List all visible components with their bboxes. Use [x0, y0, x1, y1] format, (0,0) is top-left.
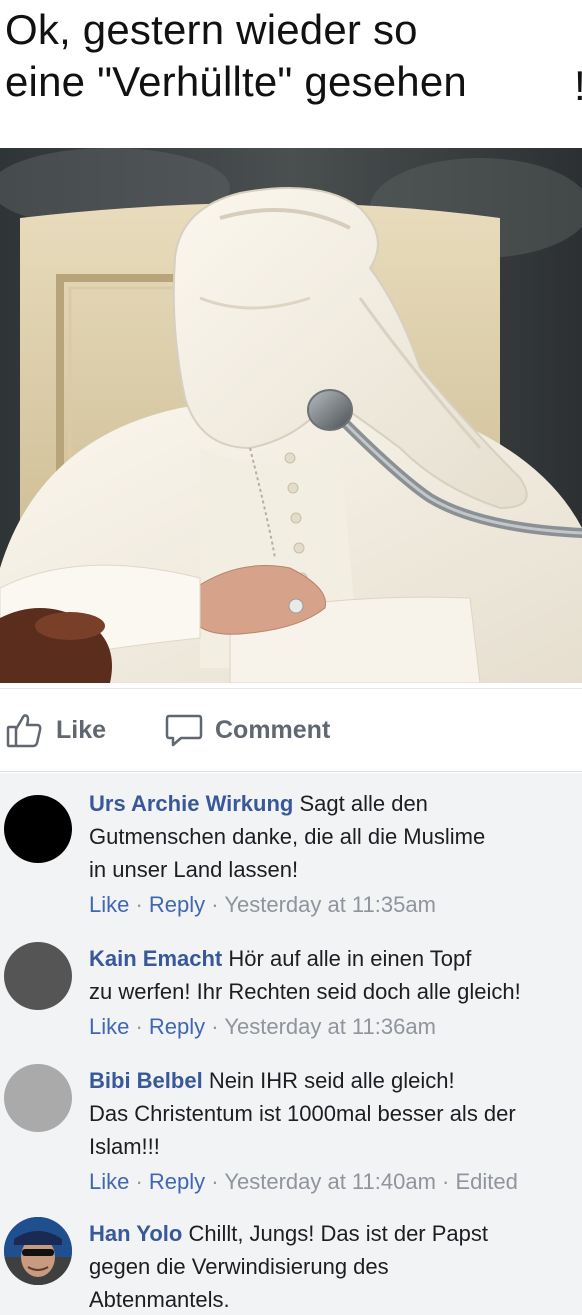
comment-author[interactable]: Urs Archie Wirkung — [89, 791, 293, 816]
avatar[interactable] — [4, 795, 72, 863]
thumbs-up-icon — [6, 714, 42, 748]
comment-timestamp[interactable]: Yesterday at 11:36am — [224, 1014, 436, 1039]
comment-text: Das Christentum ist 1000mal besser als d… — [89, 1101, 516, 1126]
speech-bubble-icon — [165, 714, 203, 747]
comment-button-label: Comment — [215, 715, 331, 744]
avatar[interactable] — [4, 1217, 72, 1285]
meme-caption: Ok, gestern wieder so eine "Verhüllte" g… — [0, 0, 582, 148]
comment-line: Kain Emacht Hör auf alle in einen Topf — [89, 942, 579, 975]
comment-text: Sagt alle den — [299, 791, 428, 816]
comment-author[interactable]: Han Yolo — [89, 1221, 182, 1246]
caption-line-1: Ok, gestern wieder so — [5, 6, 418, 53]
comment-line: Urs Archie Wirkung Sagt alle den — [89, 787, 579, 820]
comment-timestamp[interactable]: Yesterday at 11:35am — [224, 892, 436, 917]
comment-meta: Like · Reply · Yesterday at 11:35am — [89, 892, 436, 917]
like-button[interactable]: Like — [6, 711, 106, 749]
comment-content: Urs Archie Wirkung Sagt alle den Gutmens… — [89, 787, 579, 920]
comment-meta: Like · Reply · Yesterday at 11:40am · Ed… — [89, 1169, 518, 1194]
comment-text: gegen die Verwindisierung des — [89, 1254, 389, 1279]
comment-text: Chillt, Jungs! Das ist der Papst — [188, 1221, 489, 1246]
comments-section: Urs Archie Wirkung Sagt alle den Gutmens… — [0, 773, 582, 1315]
comment-text: Gutmenschen danke, die all die Muslime — [89, 824, 486, 849]
avatar[interactable] — [4, 942, 72, 1010]
comment-author[interactable]: Kain Emacht — [89, 946, 222, 971]
comment-line: Bibi Belbel Nein IHR seid alle gleich! — [89, 1064, 579, 1097]
comment-edited-label[interactable]: Edited — [455, 1169, 517, 1194]
comment-like-link[interactable]: Like — [89, 892, 129, 917]
comment-line: Han Yolo Chillt, Jungs! Das ist der Paps… — [89, 1217, 579, 1250]
comment-text: Islam!!! — [89, 1134, 160, 1159]
avatar-image — [4, 1217, 72, 1285]
comment-content: Han Yolo Chillt, Jungs! Das ist der Paps… — [89, 1217, 579, 1315]
comment-text: zu werfen! Ihr Rechten seid doch alle gl… — [89, 979, 521, 1004]
comment-author[interactable]: Bibi Belbel — [89, 1068, 203, 1093]
like-button-label: Like — [56, 715, 107, 744]
comment-timestamp[interactable]: Yesterday at 11:40am — [224, 1169, 436, 1194]
comment-content: Kain Emacht Hör auf alle in einen Topf z… — [89, 942, 579, 1042]
caption-edge-mark: ! — [574, 60, 582, 112]
post-photo[interactable] — [0, 148, 582, 683]
comment-text: Abtenmantels. — [89, 1287, 230, 1312]
post-photo-illustration — [0, 148, 582, 683]
comment-text: Hör auf alle in einen Topf — [228, 946, 472, 971]
comment-like-link[interactable]: Like — [89, 1169, 129, 1194]
caption-line-2: eine "Verhüllte" gesehen — [5, 58, 467, 105]
comment-content: Bibi Belbel Nein IHR seid alle gleich! D… — [89, 1064, 579, 1197]
comment-like-link[interactable]: Like — [89, 1014, 129, 1039]
comment-text: Nein IHR seid alle gleich! — [208, 1068, 455, 1093]
comment-reply-link[interactable]: Reply — [149, 1014, 205, 1039]
comment-button[interactable]: Comment — [165, 711, 330, 749]
comment-reply-link[interactable]: Reply — [149, 1169, 205, 1194]
comment-meta: Like · Reply · Yesterday at 11:36am — [89, 1014, 436, 1039]
post-action-bar: Like Comment — [0, 688, 582, 772]
comment-reply-link[interactable]: Reply — [149, 892, 205, 917]
avatar[interactable] — [4, 1064, 72, 1132]
comment-text: in unser Land lassen! — [89, 857, 299, 882]
